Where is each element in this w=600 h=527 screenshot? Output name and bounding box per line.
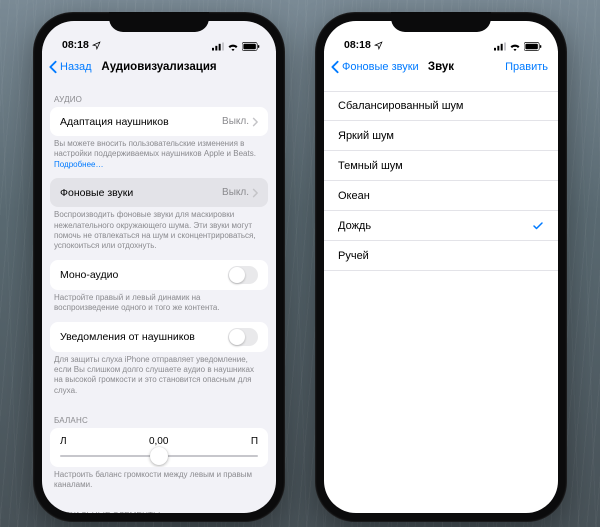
cellular-icon <box>212 42 224 51</box>
row-balance: Л 0,00 П <box>50 428 268 467</box>
balance-right-label: П <box>251 436 258 447</box>
back-button[interactable]: Назад <box>48 60 92 74</box>
back-label: Фоновые звуки <box>342 61 419 73</box>
footer-headphone-adaptation: Вы можете вносить пользовательские измен… <box>42 136 276 178</box>
sound-label: Ручей <box>338 250 369 262</box>
section-header-visual: ВИЗУАЛЬНЫЕ ЭЛЕМЕНТЫ <box>42 499 276 513</box>
section-header-balance: БАЛАНС <box>42 404 276 428</box>
toggle-mono-audio[interactable] <box>228 266 258 284</box>
battery-icon <box>242 42 260 51</box>
row-label: Фоновые звуки <box>60 187 133 199</box>
sound-row[interactable]: Океан <box>324 181 558 211</box>
status-time: 08:18 <box>62 39 89 51</box>
cellular-icon <box>494 42 506 51</box>
chevron-left-icon <box>48 60 58 74</box>
checkmark-icon <box>532 220 544 232</box>
balance-slider[interactable] <box>60 455 258 457</box>
toggle-headphone-notifications[interactable] <box>228 328 258 346</box>
sound-label: Океан <box>338 190 370 202</box>
chevron-left-icon <box>330 60 340 74</box>
nav-bar: Назад Аудиовизуализация <box>42 51 276 83</box>
row-label: Моно-аудио <box>60 269 118 281</box>
row-label: Уведомления от наушников <box>60 331 195 343</box>
notch <box>109 12 209 32</box>
footer-background-sounds: Воспроизводить фоновые звуки для маскиро… <box>42 207 276 260</box>
sound-label: Темный шум <box>338 160 403 172</box>
back-button[interactable]: Фоновые звуки <box>330 60 419 74</box>
chevron-right-icon <box>252 188 258 198</box>
slider-thumb[interactable] <box>150 447 168 465</box>
iphone-right: 08:18 Фоновые звуки Звук Править Сба <box>315 12 567 522</box>
sound-label: Яркий шум <box>338 130 394 142</box>
row-headphone-adaptation[interactable]: Адаптация наушников Выкл. <box>50 107 268 136</box>
sound-list-content[interactable]: Сбалансированный шум Яркий шум Темный шум О… <box>324 83 558 513</box>
settings-content[interactable]: АУДИО Адаптация наушников Выкл. Вы может… <box>42 83 276 513</box>
row-value: Выкл. <box>222 116 249 127</box>
wifi-icon <box>227 42 239 51</box>
row-label: Адаптация наушников <box>60 116 169 128</box>
notch <box>391 12 491 32</box>
edit-button[interactable]: Править <box>505 61 552 73</box>
location-icon <box>374 41 383 50</box>
footer-mono-audio: Настройте правый и левый динамик на восп… <box>42 290 276 322</box>
status-time: 08:18 <box>344 39 371 51</box>
back-label: Назад <box>60 61 92 73</box>
wifi-icon <box>509 42 521 51</box>
section-header-audio: АУДИО <box>42 83 276 107</box>
row-headphone-notifications[interactable]: Уведомления от наушников <box>50 322 268 352</box>
footer-headphone-notifications: Для защиты слуха iPhone отправляет уведо… <box>42 352 276 405</box>
row-value: Выкл. <box>222 187 249 198</box>
row-mono-audio[interactable]: Моно-аудио <box>50 260 268 290</box>
sound-label: Дождь <box>338 220 371 232</box>
balance-center-value: 0,00 <box>149 436 168 447</box>
battery-icon <box>524 42 542 51</box>
sound-row[interactable]: Дождь <box>324 211 558 241</box>
sound-label: Сбалансированный шум <box>338 100 463 112</box>
row-background-sounds[interactable]: Фоновые звуки Выкл. <box>50 178 268 207</box>
balance-left-label: Л <box>60 436 67 447</box>
footer-balance: Настроить баланс громкости между левым и… <box>42 467 276 499</box>
learn-more-link[interactable]: Подробнее… <box>54 160 104 169</box>
location-icon <box>92 41 101 50</box>
sound-row[interactable]: Темный шум <box>324 151 558 181</box>
sound-row[interactable]: Сбалансированный шум <box>324 91 558 121</box>
sound-row[interactable]: Ручей <box>324 241 558 271</box>
chevron-right-icon <box>252 117 258 127</box>
sound-row[interactable]: Яркий шум <box>324 121 558 151</box>
iphone-left: 08:18 Назад Аудиовизуализация АУДИО <box>33 12 285 522</box>
nav-bar: Фоновые звуки Звук Править <box>324 51 558 83</box>
